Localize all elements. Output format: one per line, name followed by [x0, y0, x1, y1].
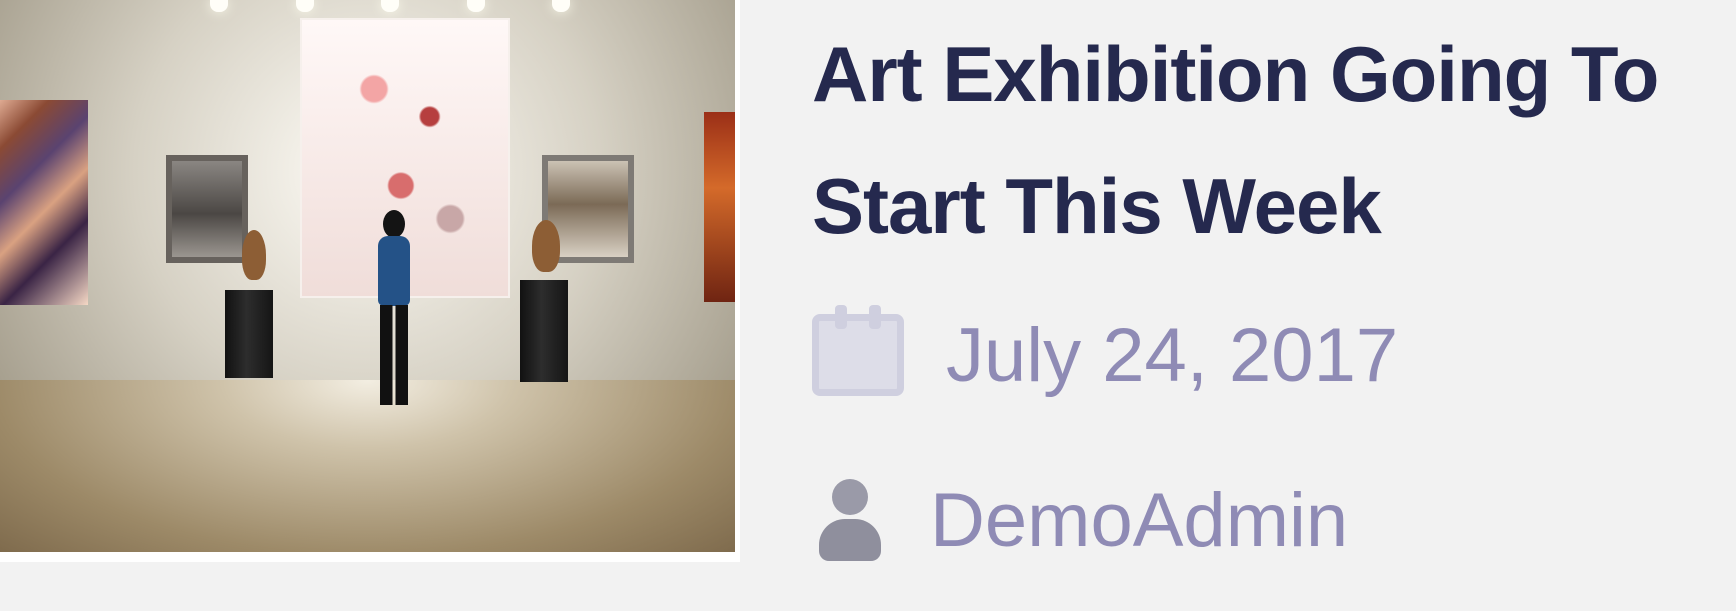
post-thumbnail[interactable] [0, 0, 735, 552]
painting-right-edge [704, 112, 735, 302]
painting-small-left [166, 155, 248, 263]
post-date-row: July 24, 2017 [812, 305, 1399, 400]
statue-left [242, 230, 266, 280]
post-card: Art Exhibition Going To Start This Week … [0, 0, 1736, 611]
visitor-body [378, 236, 410, 306]
statue-right [532, 220, 560, 272]
ceiling-lights [210, 0, 570, 18]
post-author-link[interactable]: DemoAdmin [930, 477, 1348, 564]
calendar-icon [812, 305, 904, 396]
ceiling-light [466, 0, 485, 12]
post-meta: Art Exhibition Going To Start This Week … [812, 0, 1712, 611]
ceiling-light [381, 0, 399, 12]
post-thumbnail-frame [0, 0, 740, 562]
post-date: July 24, 2017 [946, 312, 1399, 398]
ceiling-light [295, 0, 314, 12]
visitor-figure [370, 210, 418, 415]
painting-left [0, 100, 88, 305]
pedestal-right [520, 280, 568, 382]
ceiling-light [210, 0, 228, 12]
visitor-legs [380, 305, 408, 405]
pedestal-left [225, 290, 273, 378]
visitor-head [383, 210, 405, 238]
post-author-row: DemoAdmin [812, 475, 1348, 565]
gallery-floor [0, 380, 735, 552]
ceiling-light [552, 0, 570, 12]
user-icon [812, 479, 888, 561]
post-title-link[interactable]: Art Exhibition Going To Start This Week [812, 8, 1692, 272]
